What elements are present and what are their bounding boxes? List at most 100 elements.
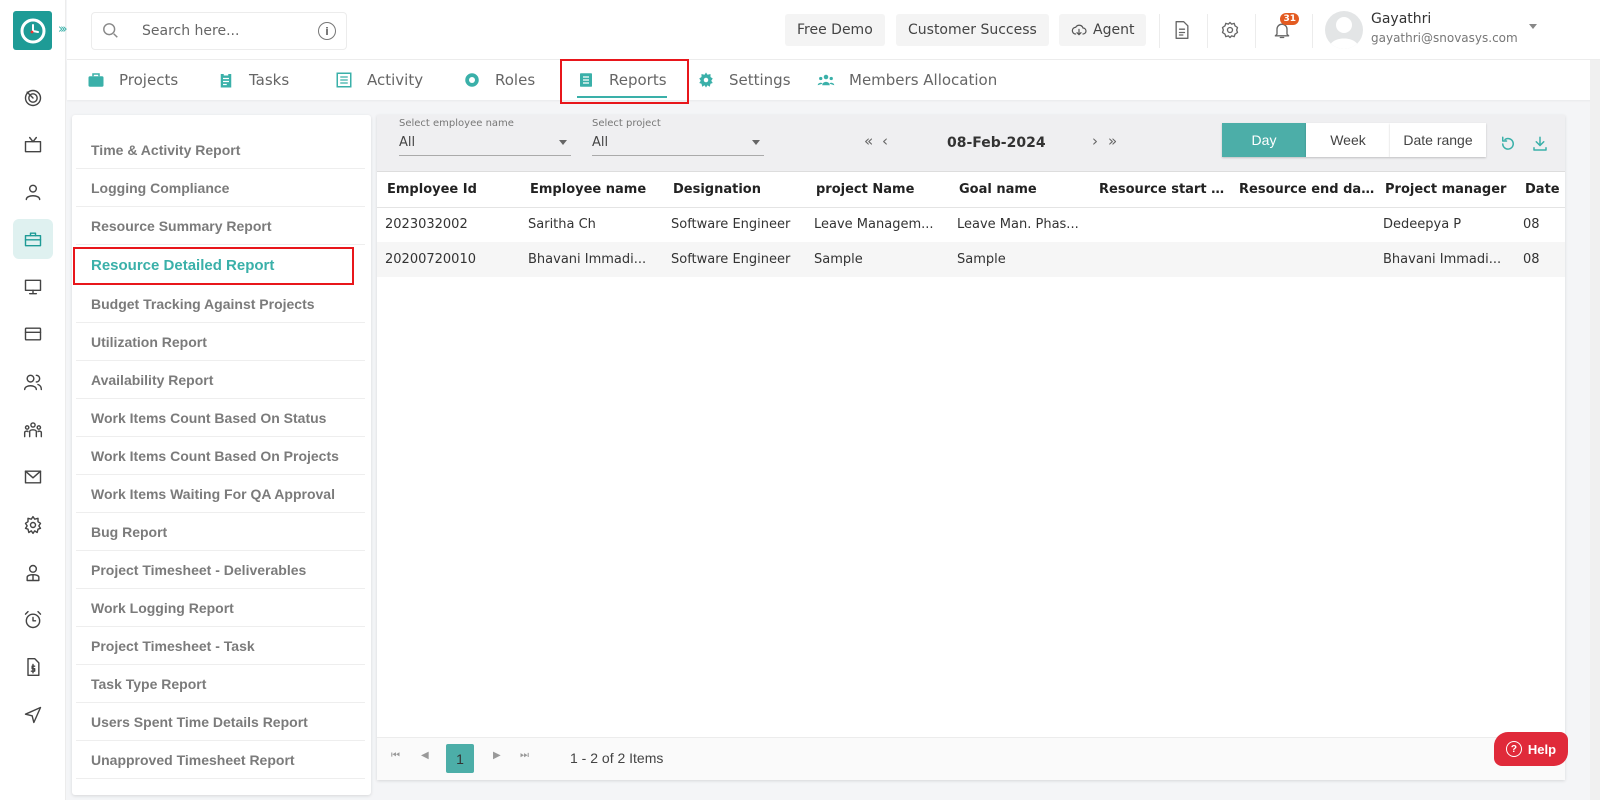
free-demo-button[interactable]: Free Demo <box>785 14 885 46</box>
app-logo[interactable] <box>13 11 52 50</box>
team-icon[interactable] <box>13 410 53 450</box>
user-icon[interactable] <box>13 172 53 212</box>
report-item[interactable]: Time & Activity Report <box>76 131 365 169</box>
tab-label: Tasks <box>249 71 290 89</box>
tab-roles[interactable]: Roles <box>463 60 535 100</box>
settings-icon[interactable] <box>13 505 53 545</box>
customer-success-button[interactable]: Customer Success <box>896 14 1049 46</box>
tab-settings[interactable]: Settings <box>697 60 791 100</box>
prev-date-icon[interactable]: ‹ <box>882 132 888 150</box>
profile-icon[interactable] <box>13 553 53 593</box>
table-row[interactable]: 2023032002 Saritha Ch Software Engineer … <box>377 207 1565 242</box>
report-content: Select employee name All Select project … <box>377 115 1565 780</box>
reset-icon[interactable] <box>1499 135 1517 153</box>
chevron-down-icon <box>559 140 567 145</box>
user-email: gayathri@snovasys.com <box>1371 31 1518 45</box>
column-header[interactable]: Project manager <box>1375 173 1515 208</box>
divider <box>1159 14 1160 48</box>
user-menu-chevron-down-icon[interactable] <box>1529 24 1537 29</box>
settings-gear-icon[interactable] <box>1215 15 1245 45</box>
alarm-icon[interactable] <box>13 600 53 640</box>
agent-label: Agent <box>1093 22 1135 38</box>
users-icon[interactable] <box>13 362 53 402</box>
pagination: ⏮ ◀ 1 ▶ ⏭ 1 - 2 of 2 Items <box>377 737 1565 780</box>
report-item[interactable]: Work Logging Report <box>76 589 365 627</box>
info-icon[interactable]: i <box>318 22 336 40</box>
tab-projects[interactable]: Projects <box>87 60 178 100</box>
tv-icon[interactable] <box>13 125 53 165</box>
last-page-icon[interactable]: ⏭ <box>520 750 529 761</box>
first-date-icon[interactable]: « <box>864 132 873 150</box>
column-header[interactable]: project Name <box>806 173 949 208</box>
report-item[interactable]: Budget Tracking Against Projects <box>76 285 365 323</box>
column-header[interactable]: Goal name <box>949 173 1089 208</box>
next-page-icon[interactable]: ▶ <box>493 750 501 761</box>
briefcase-icon[interactable] <box>13 219 53 259</box>
dashboard-icon[interactable] <box>13 78 53 118</box>
report-item[interactable]: Project Timesheet - Deliverables <box>76 551 365 589</box>
mode-week-button[interactable]: Week <box>1306 123 1390 157</box>
table-row[interactable]: 20200720010 Bhavani Immadi... Software E… <box>377 242 1565 277</box>
report-item[interactable]: Resource Summary Report <box>76 207 365 245</box>
prev-page-icon[interactable]: ◀ <box>421 750 429 761</box>
report-item[interactable]: Project Timesheet - Task <box>76 627 365 665</box>
download-icon[interactable] <box>1531 135 1549 153</box>
mode-date-range-button[interactable]: Date range <box>1390 123 1486 157</box>
project-select[interactable]: Select project All <box>592 118 764 156</box>
report-item[interactable]: Work Items Count Based On Projects <box>76 437 365 475</box>
users-icon <box>817 74 835 86</box>
page-1-button[interactable]: 1 <box>446 744 474 773</box>
report-item[interactable]: Task Type Report <box>76 665 365 703</box>
mail-icon[interactable] <box>13 457 53 497</box>
expand-rail-icon[interactable]: ››› <box>58 22 67 37</box>
tab-reports[interactable]: Reports <box>577 60 667 100</box>
report-item[interactable]: Users Spent Time Details Report <box>76 703 365 741</box>
column-header[interactable]: Employee name <box>520 173 663 208</box>
column-header[interactable]: Date <box>1515 173 1565 208</box>
left-rail: ››› <box>0 0 67 800</box>
send-icon[interactable] <box>13 695 53 735</box>
tab-activity[interactable]: Activity <box>335 60 423 100</box>
first-page-icon[interactable]: ⏮ <box>391 750 400 761</box>
report-item[interactable]: Bug Report <box>76 513 365 551</box>
mode-day-button[interactable]: Day <box>1222 123 1306 157</box>
table-cell: Leave Man. Phas... <box>949 207 1089 242</box>
avatar[interactable] <box>1325 11 1363 49</box>
clock-logo-icon <box>20 18 45 43</box>
column-header[interactable]: Employee Id <box>377 173 520 208</box>
report-item[interactable]: Availability Report <box>76 361 365 399</box>
resource-detailed-table: Employee Id Employee name Designation pr… <box>377 173 1565 277</box>
table-cell: Leave Managem... <box>806 207 949 242</box>
monitor-icon[interactable] <box>13 267 53 307</box>
search-box[interactable]: Search here... i <box>91 12 347 50</box>
tab-members-allocation[interactable]: Members Allocation <box>817 60 997 100</box>
table-cell <box>1089 207 1229 242</box>
search-input[interactable]: Search here... <box>142 23 318 39</box>
help-button[interactable]: ? Help <box>1494 732 1568 766</box>
table-cell <box>1229 207 1375 242</box>
list-icon <box>336 72 352 88</box>
report-item[interactable]: Work Items Waiting For QA Approval <box>76 475 365 513</box>
next-date-icon[interactable]: › <box>1092 132 1098 150</box>
current-date: 08-Feb-2024 <box>947 135 1046 151</box>
report-item[interactable]: Logging Compliance <box>76 169 365 207</box>
invoice-icon[interactable] <box>13 647 53 687</box>
page-scrollbar[interactable] <box>1590 60 1600 800</box>
column-header[interactable]: Resource end date <box>1229 173 1375 208</box>
document-icon[interactable] <box>1167 15 1197 45</box>
column-header[interactable]: Designation <box>663 173 806 208</box>
column-header[interactable]: Resource start d... <box>1089 173 1229 208</box>
last-date-icon[interactable]: » <box>1108 132 1117 150</box>
employee-select[interactable]: Select employee name All <box>399 118 571 156</box>
report-item[interactable]: Work Items Count Based On Status <box>76 399 365 437</box>
tab-tasks[interactable]: Tasks <box>217 60 289 100</box>
employee-select-label: Select employee name <box>399 118 514 129</box>
notification-badge: 31 <box>1280 13 1299 25</box>
report-item[interactable]: Utilization Report <box>76 323 365 361</box>
report-item-active[interactable]: Resource Detailed Report <box>76 246 365 284</box>
agent-button[interactable]: Agent <box>1059 14 1147 46</box>
card-icon[interactable] <box>13 314 53 354</box>
clipboard-icon <box>220 72 232 88</box>
report-item[interactable]: Unapproved Timesheet Report <box>76 741 365 779</box>
notification-bell-icon[interactable]: 31 <box>1267 13 1299 45</box>
